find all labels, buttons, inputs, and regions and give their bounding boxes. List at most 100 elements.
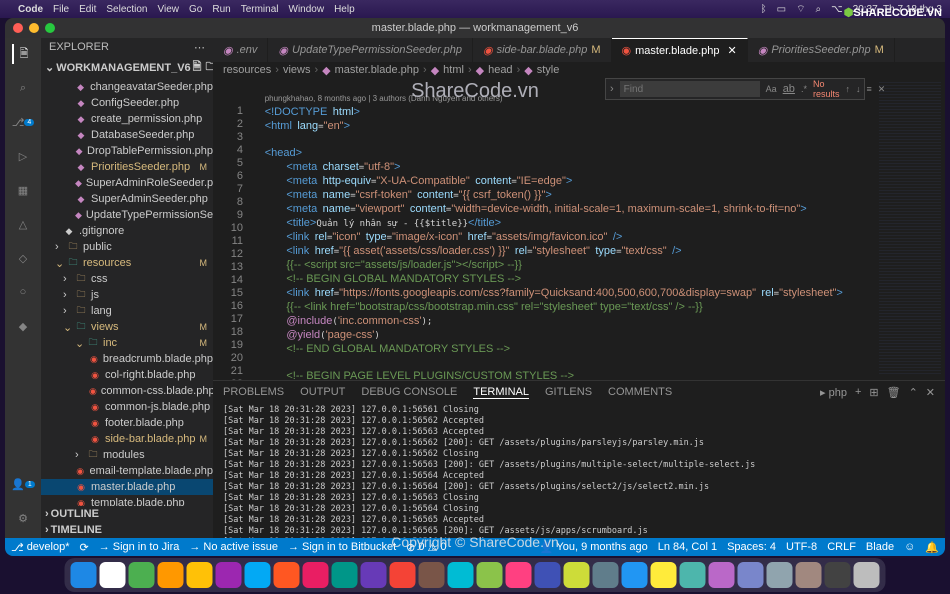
dock-app-icon[interactable] [274, 562, 300, 588]
menu-view[interactable]: View [158, 4, 180, 15]
dock-app-icon[interactable] [129, 562, 155, 588]
minimap[interactable] [875, 78, 945, 380]
tab-output[interactable]: OUTPUT [300, 386, 345, 398]
dock-app-icon[interactable] [767, 562, 793, 588]
menu-go[interactable]: Go [189, 4, 202, 15]
tree-item[interactable]: ◉master.blade.php [41, 479, 213, 495]
split-terminal-icon[interactable]: ⊞ [869, 386, 878, 399]
active-issue[interactable]: → No active issue [189, 541, 278, 553]
tree-item[interactable]: ◆SuperAdminSeeder.php [41, 191, 213, 207]
tree-item[interactable]: ◆ConfigSeeder.php [41, 95, 213, 111]
close-panel-icon[interactable]: ✕ [926, 386, 935, 399]
menu-selection[interactable]: Selection [106, 4, 147, 15]
new-terminal-icon[interactable]: + [855, 386, 861, 398]
dock-app-icon[interactable] [361, 562, 387, 588]
explorer-more-icon[interactable]: ⋯ [194, 41, 205, 54]
find-selection-icon[interactable]: ≡ [866, 84, 871, 94]
run-debug-icon[interactable]: ▷ [13, 146, 33, 166]
indent[interactable]: Spaces: 4 [727, 541, 776, 554]
dock-app-icon[interactable] [709, 562, 735, 588]
menu-terminal[interactable]: Terminal [241, 4, 279, 15]
tree-item[interactable]: ◉common-js.blade.php [41, 399, 213, 415]
dock-app-icon[interactable] [419, 562, 445, 588]
editor-tab[interactable]: ◉.env [213, 38, 268, 62]
menu-edit[interactable]: Edit [79, 4, 96, 15]
tree-item[interactable]: ›🗀public [41, 239, 213, 255]
dock-app-icon[interactable] [622, 562, 648, 588]
editor-tab[interactable]: ◉PrioritiesSeeder.phpM [748, 38, 895, 62]
editor-tab[interactable]: ◉master.blade.php✕ [612, 38, 748, 62]
dock-app-icon[interactable] [303, 562, 329, 588]
new-folder-icon[interactable]: 🗀 [206, 58, 213, 77]
tree-item[interactable]: ◆DropTablePermission.php [41, 143, 213, 159]
dock-app-icon[interactable] [593, 562, 619, 588]
tree-item[interactable]: ›🗀js [41, 287, 213, 303]
notifications-icon[interactable]: 🔔 [925, 541, 939, 554]
dock-app-icon[interactable] [854, 562, 880, 588]
prev-match-icon[interactable]: ↑ [845, 84, 850, 94]
tab-terminal[interactable]: TERMINAL [473, 386, 529, 399]
chevron-right-icon[interactable]: › [610, 83, 614, 95]
file-tree[interactable]: ◆changeavatarSeeder.php◆ConfigSeeder.php… [41, 79, 213, 506]
bluetooth-icon[interactable]: ᛒ [761, 4, 767, 15]
tree-item[interactable]: ◉common-css.blade.php [41, 383, 213, 399]
tree-item[interactable]: ◆PrioritiesSeeder.phpM [41, 159, 213, 175]
dock-app-icon[interactable] [158, 562, 184, 588]
tree-item[interactable]: ◉side-bar.blade.phpM [41, 431, 213, 447]
dock-app-icon[interactable] [71, 562, 97, 588]
editor-tab[interactable]: ◉UpdateTypePermissionSeeder.php [268, 38, 473, 62]
tree-item[interactable]: ◆create_permission.php [41, 111, 213, 127]
source-control-icon[interactable]: ⎇4 [13, 112, 33, 132]
branch-indicator[interactable]: ⎇ develop* [11, 541, 70, 554]
tab-debug[interactable]: DEBUG CONSOLE [361, 386, 457, 398]
timeline-section[interactable]: ›TIMELINE [41, 522, 213, 538]
cursor-position[interactable]: Ln 84, Col 1 [658, 541, 717, 554]
tree-item[interactable]: ›🗀css [41, 271, 213, 287]
encoding[interactable]: UTF-8 [786, 541, 817, 554]
trash-icon[interactable]: 🗑 [887, 386, 901, 399]
tree-item[interactable]: ›🗀lang [41, 303, 213, 319]
explorer-icon[interactable]: 🗎 [12, 44, 32, 64]
maximize-panel-icon[interactable]: ⌃ [909, 386, 918, 399]
editor-tab[interactable]: ◉side-bar.blade.phpM [473, 38, 612, 62]
menu-window[interactable]: Window [289, 4, 325, 15]
dock-app-icon[interactable] [506, 562, 532, 588]
tree-item[interactable]: ◆changeavatarSeeder.php [41, 79, 213, 95]
dock-app-icon[interactable] [332, 562, 358, 588]
tree-item[interactable]: ◉col-right.blade.php [41, 367, 213, 383]
window-titlebar[interactable]: master.blade.php — workmanagement_v6 [5, 18, 945, 38]
maximize-button[interactable] [45, 23, 55, 33]
search-icon[interactable]: ⌕ [13, 78, 33, 98]
control-center-icon[interactable]: ⌥ [831, 4, 843, 15]
tree-item[interactable]: ◉email-template.blade.php [41, 463, 213, 479]
dock-app-icon[interactable] [564, 562, 590, 588]
dock-app-icon[interactable] [245, 562, 271, 588]
next-match-icon[interactable]: ↓ [856, 84, 861, 94]
breadcrumb-item[interactable]: html [443, 64, 464, 76]
minimize-button[interactable] [29, 23, 39, 33]
jira-signin[interactable]: → Sign in to Jira [99, 541, 180, 553]
tree-item[interactable]: ⌄🗀resourcesM [41, 255, 213, 271]
dock-app-icon[interactable] [390, 562, 416, 588]
breadcrumb-item[interactable]: resources [223, 64, 271, 76]
tab-problems[interactable]: PROBLEMS [223, 386, 284, 398]
language-mode[interactable]: Blade [866, 541, 894, 554]
breadcrumb-item[interactable]: head [488, 64, 512, 76]
menu-run[interactable]: Run [212, 4, 230, 15]
tree-item[interactable]: ›🗀modules [41, 447, 213, 463]
dock-app-icon[interactable] [477, 562, 503, 588]
tree-item[interactable]: ◆SuperAdminRoleSeeder.php [41, 175, 213, 191]
dock-app-icon[interactable] [187, 562, 213, 588]
dock-app-icon[interactable] [825, 562, 851, 588]
dock-app-icon[interactable] [100, 562, 126, 588]
tree-item[interactable]: ⌄🗀incM [41, 335, 213, 351]
breadcrumb[interactable]: resources›views›◆ master.blade.php›◆ htm… [213, 62, 945, 78]
breadcrumb-item[interactable]: views [283, 64, 311, 76]
dock-app-icon[interactable] [796, 562, 822, 588]
jira-icon[interactable]: ◆ [13, 316, 33, 336]
search-icon[interactable]: ⌕ [816, 4, 822, 15]
terminal-shell[interactable]: ▸ php [820, 386, 847, 399]
find-input[interactable] [620, 81, 760, 97]
workspace-header[interactable]: ⌄ WORKMANAGEMENT_V6 🗎 🗀 ↻ ⊟ [41, 56, 213, 79]
tree-item[interactable]: ⌄🗀viewsM [41, 319, 213, 335]
